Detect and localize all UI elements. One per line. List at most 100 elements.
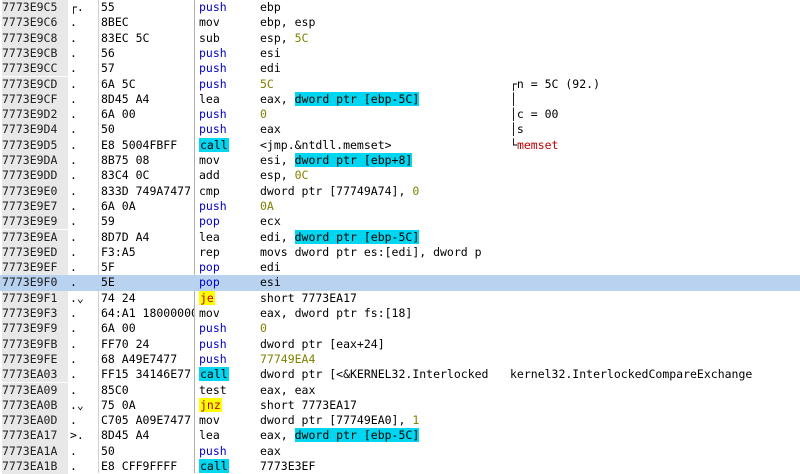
row-mnemonic: push — [199, 351, 227, 366]
row-mnemonic: push — [199, 45, 227, 60]
disasm-row[interactable]: 7773E9C5 ┌. 55 push ebp — [0, 0, 800, 16]
row-operands: esi — [260, 275, 496, 290]
operand-segment: eax, — [260, 91, 295, 106]
disasm-row[interactable]: 7773EA1B. E8 CFF9FFFF call 7773E3EF — [0, 459, 800, 474]
disasm-row[interactable]: 7773EA1A. 50 push eax — [0, 443, 800, 459]
row-flow-marker: . — [70, 382, 77, 397]
disasm-row[interactable]: 7773E9CD. 6A 5C push 5C ┌n = 5C (92.) — [0, 76, 800, 92]
row-operands: esp, 5C — [260, 31, 496, 46]
row-hex-bytes: 83C4 0C — [101, 168, 150, 183]
row-hex-bytes: 50 — [101, 443, 115, 458]
row-hex-bytes: 6A 5C — [101, 76, 136, 91]
row-mnemonic: push — [199, 61, 227, 76]
row-address: 7773EA17 — [2, 428, 68, 444]
row-operands: eax, dword ptr [ebp-5C] — [260, 428, 496, 443]
operand-segment: eax — [260, 443, 281, 458]
disasm-row[interactable]: 7773EA17 >. 8D45 A4 lea eax, dword ptr [ebp-… — [0, 428, 800, 444]
operand-segment: eax, eax — [260, 382, 316, 397]
row-address: 7773EA0B — [2, 397, 68, 414]
row-hex-bytes: 68 A49E7477 — [101, 351, 178, 366]
operand-segment: dword ptr [ebp-5C] — [294, 91, 420, 106]
disasm-row[interactable]: 7773E9F3. 64:A1 18000000 mov eax, dword ptr… — [0, 306, 800, 322]
operand-segment: 1 — [412, 413, 420, 428]
row-operands: eax — [260, 122, 496, 137]
disasm-row[interactable]: 7773EA0B .⌄ 75 0A jnz short 7773EA17 — [0, 397, 800, 414]
disasm-row[interactable]: 7773E9CC. 57 push edi — [0, 61, 800, 77]
disasm-row[interactable]: 7773E9E9. 59 pop ecx — [0, 214, 800, 230]
disasm-row[interactable]: 7773E9EF. 5F pop edi — [0, 260, 800, 276]
row-flow-marker: . — [70, 168, 77, 183]
comment-segment: │s — [510, 122, 524, 137]
row-hex-bytes: F3:A5 — [101, 244, 136, 259]
disasm-row[interactable]: 7773E9CB. 56 push esi — [0, 45, 800, 62]
disasm-row[interactable]: 7773EA03. FF15 34146E77 call dword ptr [<&K… — [0, 367, 800, 383]
row-flow-marker: . — [70, 321, 77, 336]
disasm-row[interactable]: 7773E9D4. 50 push eax │s — [0, 122, 800, 138]
operand-segment: ebp — [260, 0, 281, 14]
comment-segment: │ — [510, 91, 517, 106]
disasm-row[interactable]: 7773E9EA. 8D7D A4 lea edi, dword ptr [ebp-5… — [0, 229, 800, 245]
row-mnemonic: pop — [199, 275, 220, 290]
row-operands: 7773E3EF — [260, 459, 496, 474]
comment-segment: │c = 00 — [510, 107, 559, 122]
disasm-row[interactable]: 7773E9E0. 833D 749A7477 cmp dword ptr [7774… — [0, 183, 800, 199]
row-operands: eax — [260, 444, 496, 459]
row-mnemonic: push — [199, 336, 227, 351]
disasm-row[interactable]: 7773E9CF. 8D45 A4 lea eax, dword ptr [ebp-5… — [0, 91, 800, 108]
disasm-row[interactable]: 7773E9D5. E8 5004FBFF call <jmp.&ntdll.mems… — [0, 137, 800, 153]
row-hex-bytes: 6A 0A — [101, 198, 136, 213]
row-address: 7773E9C8 — [2, 30, 68, 46]
disasm-row[interactable]: 7773E9DA. 8B75 08 mov esi, dword ptr [ebp+8… — [0, 153, 800, 169]
disasm-row[interactable]: 7773E9C8. 83EC 5C sub esp, 5C — [0, 30, 800, 46]
row-mnemonic: lea — [199, 428, 220, 443]
disasm-row[interactable]: 7773EA0D. C705 A09E7477 mov dword ptr [7774… — [0, 413, 800, 429]
row-address: 7773E9F3 — [2, 306, 68, 322]
operand-segment: dword ptr [<&KERNEL32.Interlocked — [260, 367, 489, 382]
comment-segment: └ — [510, 137, 517, 152]
row-mnemonic: call — [199, 137, 229, 152]
row-operands: esp, 0C — [260, 168, 496, 183]
disasm-row[interactable]: 7773E9D2. 6A 00 push 0 │c = 00 — [0, 107, 800, 123]
operand-segment: dword ptr [ebp-5C] — [294, 428, 420, 443]
disasm-row[interactable]: 7773E9F9. 6A 00 push 0 — [0, 321, 800, 337]
row-address: 7773E9CB — [2, 45, 68, 62]
row-mnemonic: call — [199, 459, 229, 473]
disasm-row[interactable]: 7773E9C6. 8BEC mov ebp, esp — [0, 15, 800, 31]
row-hex-bytes: FF70 24 — [101, 336, 150, 351]
row-hex-bytes: 83EC 5C — [101, 30, 150, 45]
row-flow-marker: . — [70, 137, 77, 152]
row-flow-marker: >. — [70, 428, 84, 443]
disasm-row[interactable]: 7773E9F0. 5E pop esi — [0, 275, 800, 291]
row-flow-marker: . — [70, 61, 77, 76]
disasm-row[interactable]: 7773EA09. 85C0 test eax, eax — [0, 382, 800, 398]
disasm-row[interactable]: 7773E9ED. F3:A5 rep movs dword ptr es:[edi]… — [0, 244, 800, 261]
row-mnemonic: push — [199, 0, 227, 14]
disasm-row[interactable]: 7773E9FE. 68 A49E7477 push 77749EA4 — [0, 351, 800, 368]
row-hex-bytes: E8 CFF9FFFF — [101, 459, 178, 473]
operand-segment: edi, — [260, 229, 295, 244]
row-mnemonic: push — [199, 122, 227, 137]
disasm-row[interactable]: 7773E9E7. 6A 0A push 0A — [0, 198, 800, 215]
operand-segment: 0 — [260, 107, 267, 122]
row-operands: edi — [260, 61, 496, 76]
row-hex-bytes: FF15 34146E77 — [101, 367, 192, 382]
disassembly-pane[interactable]: 7773E9C5 ┌. 55 push ebp 7773E9C6. 8BEC mov ebp, … — [0, 0, 800, 474]
disasm-row[interactable]: 7773E9F1 .⌄ 74 24 je short 7773EA17 — [0, 290, 800, 306]
row-mnemonic: sub — [199, 30, 220, 45]
operand-segment: esi — [260, 45, 281, 60]
row-mnemonic: mov — [199, 153, 220, 167]
row-flow-marker: . — [70, 367, 77, 382]
operand-segment: eax, — [260, 428, 295, 443]
row-address: 7773E9D5 — [2, 137, 68, 153]
disasm-row[interactable]: 7773E9FB. FF70 24 push dword ptr [eax+24] — [0, 336, 800, 352]
row-address: 7773E9CD — [2, 76, 68, 92]
operand-segment: 0C — [294, 168, 309, 183]
row-flow-marker: . — [70, 91, 77, 106]
row-address: 7773E9F1 — [2, 290, 68, 306]
disasm-row[interactable]: 7773E9DD. 83C4 0C add esp, 0C — [0, 168, 800, 184]
operand-segment: edi — [260, 260, 281, 275]
row-flow-marker: . — [70, 351, 77, 366]
row-address: 7773E9DD — [2, 168, 68, 184]
operand-segment: short 7773EA17 — [260, 397, 357, 412]
operand-segment: <jmp.&ntdll.memset> — [260, 137, 392, 152]
